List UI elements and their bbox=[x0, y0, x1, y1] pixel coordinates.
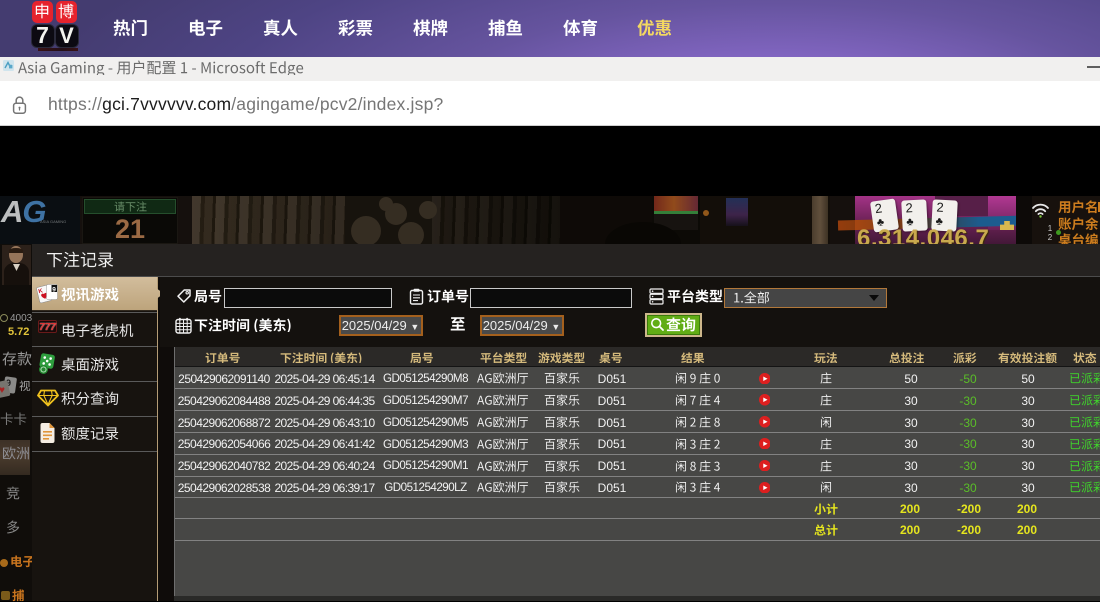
svg-text:9: 9 bbox=[52, 286, 56, 293]
